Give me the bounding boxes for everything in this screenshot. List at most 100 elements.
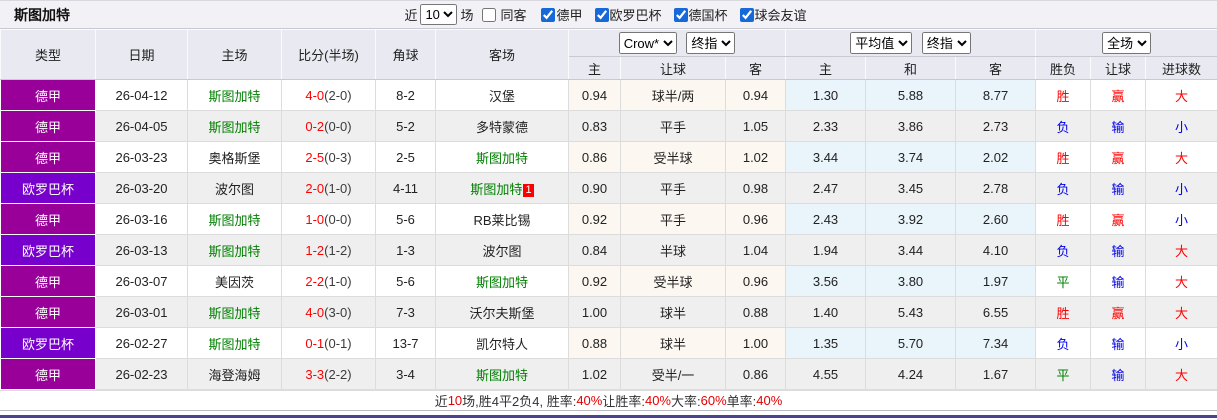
home-team-cell: 斯图加特 bbox=[187, 79, 282, 111]
score-cell: 4-0(3-0) bbox=[281, 296, 376, 328]
col-away: 客场 bbox=[435, 29, 569, 80]
avg-away-cell: 7.34 bbox=[955, 327, 1037, 359]
handicap-odds-home-cell: 0.86 bbox=[568, 141, 621, 173]
date-cell: 26-03-01 bbox=[95, 296, 188, 328]
handicap-odds-away-cell: 0.98 bbox=[724, 172, 787, 204]
type-cell: 德甲 bbox=[0, 265, 96, 297]
col-type: 类型 bbox=[0, 29, 96, 80]
table-row: 德甲 26-03-16 斯图加特 1-0(0-0) 5-6 RB莱比锡 0.92 平手 0.96… bbox=[0, 203, 1217, 235]
col-result-goals: 进球数 bbox=[1145, 56, 1217, 80]
home-team-cell: 斯图加特 bbox=[187, 110, 282, 142]
avg-draw-cell: 5.88 bbox=[865, 79, 957, 111]
avg-draw-cell: 3.45 bbox=[865, 172, 957, 204]
summary-stat-label: 让胜率: bbox=[602, 393, 645, 409]
col-corner: 角球 bbox=[375, 29, 436, 80]
recent-count-select[interactable]: 10 bbox=[420, 4, 458, 25]
handicap-odds-away-cell: 0.96 bbox=[724, 265, 787, 297]
avg-away-cell: 1.97 bbox=[955, 265, 1037, 297]
league-checkbox[interactable] bbox=[739, 8, 754, 22]
away-team-name: 斯图加特 bbox=[475, 367, 528, 383]
avg-draw-cell: 5.43 bbox=[865, 296, 957, 328]
match-rows: 德甲 26-04-12 斯图加特 4-0(2-0) 8-2 汉堡 0.94 球半/两 0.94 1… bbox=[0, 79, 1217, 390]
corner-cell: 1-3 bbox=[375, 234, 436, 266]
league-checkbox-label: 欧罗巴杯 bbox=[609, 8, 662, 23]
date-cell: 26-03-16 bbox=[95, 203, 188, 235]
away-team-name: 斯图加特 bbox=[475, 274, 528, 290]
bookmaker-stage-select[interactable]: 终指 bbox=[686, 32, 736, 54]
average-select[interactable]: 平均值 bbox=[850, 32, 913, 54]
summary-stat-label: 近 bbox=[434, 393, 448, 409]
score-cell: 4-0(2-0) bbox=[281, 79, 376, 111]
result-handicap-cell: 输 bbox=[1090, 172, 1147, 204]
result-wdl-cell: 负 bbox=[1035, 110, 1092, 142]
handicap-odds-away-cell: 0.88 bbox=[724, 296, 787, 328]
date-cell: 26-03-23 bbox=[95, 141, 188, 173]
type-cell: 德甲 bbox=[0, 141, 96, 173]
result-goals-cell: 大 bbox=[1145, 141, 1217, 173]
avg-home-cell: 1.35 bbox=[785, 327, 867, 359]
result-handicap-cell: 输 bbox=[1090, 358, 1147, 390]
home-team-cell: 斯图加特 bbox=[187, 327, 282, 359]
league-checkbox[interactable] bbox=[673, 8, 688, 22]
result-wdl-cell: 平 bbox=[1035, 358, 1092, 390]
average-stage-select[interactable]: 终指 bbox=[921, 32, 971, 54]
red-card-badge: 1 bbox=[523, 183, 534, 197]
col-avg-draw: 和 bbox=[865, 56, 957, 80]
result-handicap-cell: 输 bbox=[1090, 110, 1147, 142]
type-cell: 欧罗巴杯 bbox=[0, 172, 96, 204]
divider-line bbox=[0, 410, 1217, 411]
away-team-name: 多特蒙德 bbox=[475, 119, 528, 135]
matches-table: 类型 日期 主场 比分(半场) 角球 客场 Crow* 终指 平均值 终指 全场 bbox=[0, 29, 1217, 390]
handicap-odds-home-cell: 0.92 bbox=[568, 265, 621, 297]
avg-home-cell: 2.43 bbox=[785, 203, 867, 235]
type-cell: 德甲 bbox=[0, 358, 96, 390]
handicap-odds-away-cell: 0.94 bbox=[724, 79, 787, 111]
home-team-cell: 美因茨 bbox=[187, 265, 282, 297]
away-team-cell: 斯图加特 1 bbox=[435, 172, 569, 204]
same-away-checkbox[interactable] bbox=[482, 7, 497, 22]
half-time-score: (0-0) bbox=[324, 211, 352, 227]
handicap-line-cell: 球半 bbox=[620, 327, 726, 359]
result-goals-cell: 小 bbox=[1145, 327, 1217, 359]
league-checkbox[interactable] bbox=[541, 8, 556, 22]
handicap-odds-home-cell: 0.92 bbox=[568, 203, 621, 235]
away-team-cell: 斯图加特 bbox=[435, 358, 569, 390]
avg-away-cell: 1.67 bbox=[955, 358, 1037, 390]
corner-cell: 5-2 bbox=[375, 110, 436, 142]
result-wdl-cell: 胜 bbox=[1035, 296, 1092, 328]
result-handicap-cell: 输 bbox=[1090, 234, 1147, 266]
away-team-name: 凯尔特人 bbox=[475, 336, 528, 352]
scope-select[interactable]: 全场 bbox=[1102, 32, 1152, 54]
summary-stat-label: 场,胜4平2负4, 胜率: bbox=[462, 393, 577, 409]
handicap-odds-away-cell: 1.04 bbox=[724, 234, 787, 266]
result-wdl-cell: 胜 bbox=[1035, 141, 1092, 173]
date-cell: 26-03-13 bbox=[95, 234, 188, 266]
home-team-cell: 海登海姆 bbox=[187, 358, 282, 390]
games-label: 场 bbox=[460, 8, 474, 23]
type-cell: 德甲 bbox=[0, 110, 96, 142]
handicap-line-cell: 平手 bbox=[620, 110, 726, 142]
avg-home-cell: 1.30 bbox=[785, 79, 867, 111]
handicap-odds-home-cell: 0.94 bbox=[568, 79, 621, 111]
full-time-score: 4-0 bbox=[305, 304, 325, 320]
bookmaker-select[interactable]: Crow* bbox=[618, 32, 677, 54]
avg-home-cell: 4.55 bbox=[785, 358, 867, 390]
type-cell: 德甲 bbox=[0, 79, 96, 111]
league-checkbox[interactable] bbox=[594, 8, 609, 22]
recent-label: 近 bbox=[404, 8, 418, 23]
avg-home-cell: 2.47 bbox=[785, 172, 867, 204]
away-team-name: RB莱比锡 bbox=[473, 212, 531, 228]
result-wdl-cell: 负 bbox=[1035, 327, 1092, 359]
away-team-cell: RB莱比锡 bbox=[435, 203, 569, 235]
away-team-cell: 凯尔特人 bbox=[435, 327, 569, 359]
summary-stat-value: 40% bbox=[756, 392, 783, 408]
result-wdl-cell: 负 bbox=[1035, 234, 1092, 266]
away-team-cell: 斯图加特 bbox=[435, 265, 569, 297]
handicap-odds-home-cell: 1.00 bbox=[568, 296, 621, 328]
avg-draw-cell: 3.92 bbox=[865, 203, 957, 235]
avg-home-cell: 1.40 bbox=[785, 296, 867, 328]
score-cell: 2-0(1-0) bbox=[281, 172, 376, 204]
corner-cell: 5-6 bbox=[375, 203, 436, 235]
half-time-score: (1-0) bbox=[324, 273, 352, 289]
avg-home-cell: 1.94 bbox=[785, 234, 867, 266]
